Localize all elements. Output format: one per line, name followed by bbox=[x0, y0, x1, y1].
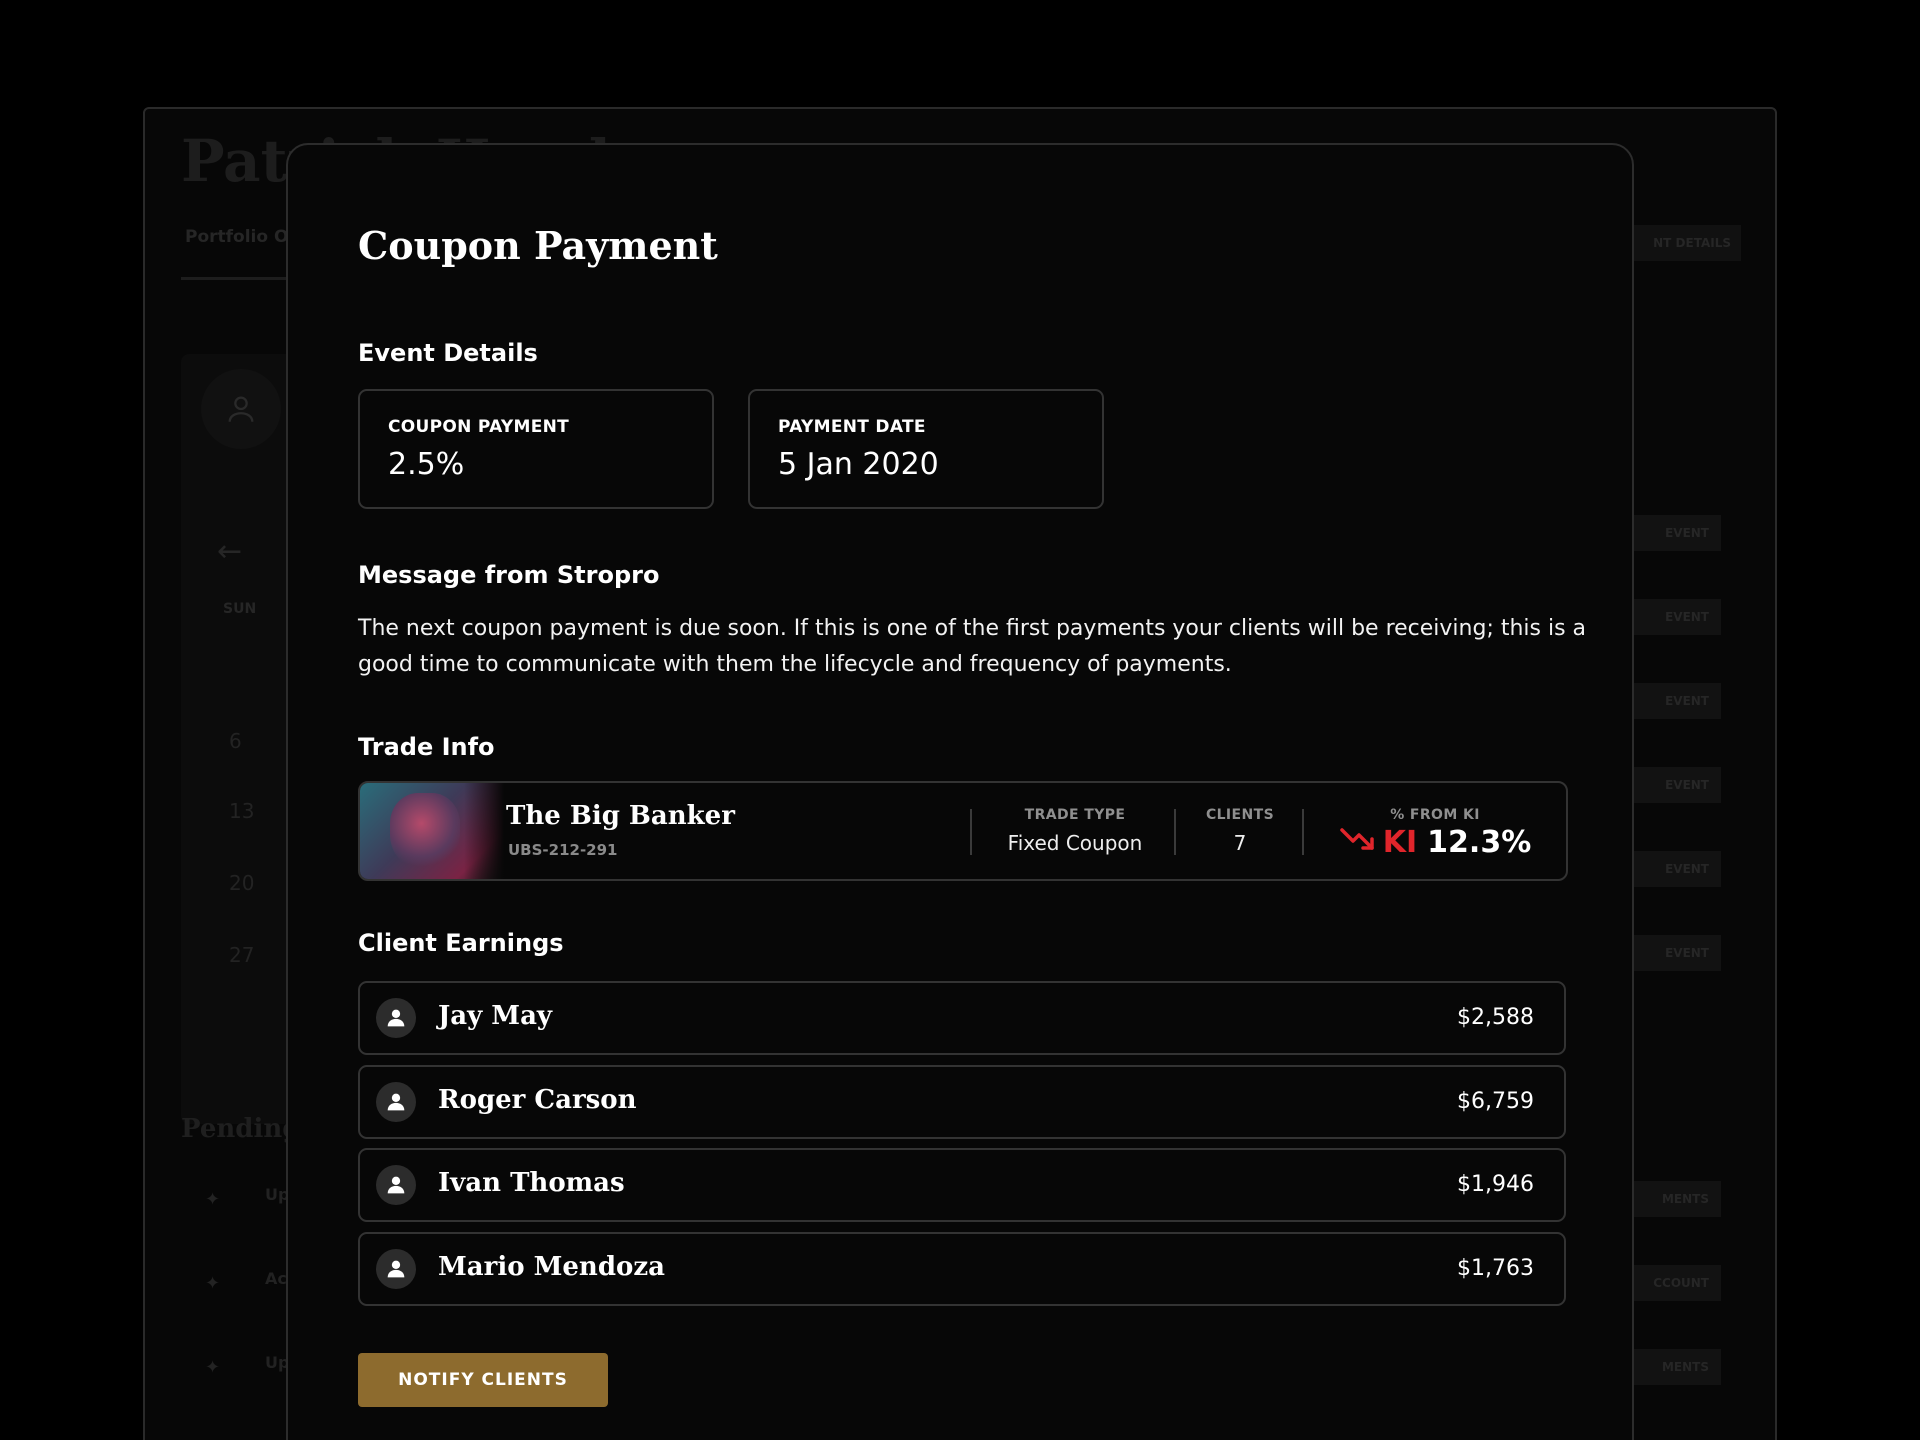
background-pending-action: CCOUNT bbox=[1631, 1265, 1721, 1301]
event-details-heading: Event Details bbox=[358, 339, 538, 367]
modal-title: Coupon Payment bbox=[358, 223, 718, 268]
client-amount: $2,588 bbox=[1457, 1005, 1534, 1030]
background-day-number: 27 bbox=[229, 943, 255, 967]
message-body: The next coupon payment is due soon. If … bbox=[358, 616, 1587, 677]
client-name: Roger Carson bbox=[438, 1085, 637, 1115]
background-event-button: EVENT bbox=[1631, 683, 1721, 719]
clients-value: 7 bbox=[1233, 831, 1247, 855]
client-name: Mario Mendoza bbox=[438, 1252, 665, 1282]
ki-column: % FROM KI KI 12.3% bbox=[1320, 807, 1550, 860]
ki-label: % FROM KI bbox=[1390, 807, 1480, 823]
trade-info-card[interactable]: The Big Banker UBS-212-291 TRADE TYPE Fi… bbox=[358, 781, 1568, 881]
message-heading: Message from Stropro bbox=[358, 561, 660, 589]
background-pending-icon: ✦ bbox=[205, 1189, 221, 1210]
trade-divider bbox=[1174, 809, 1176, 855]
background-tab-underline bbox=[181, 277, 291, 280]
user-icon bbox=[376, 1249, 416, 1289]
trending-down-icon bbox=[1339, 826, 1377, 860]
coupon-payment-box: COUPON PAYMENT 2.5% bbox=[358, 389, 714, 509]
background-event-button: EVENT bbox=[1631, 515, 1721, 551]
payment-date-value: 5 Jan 2020 bbox=[778, 447, 939, 482]
background-event-button: EVENT bbox=[1631, 767, 1721, 803]
trade-divider bbox=[1302, 809, 1304, 855]
trade-type-label: TRADE TYPE bbox=[1024, 807, 1126, 823]
background-pending-action: MENTS bbox=[1631, 1181, 1721, 1217]
client-earning-row[interactable]: Mario Mendoza $1,763 bbox=[358, 1232, 1566, 1306]
clients-label: CLIENTS bbox=[1205, 807, 1275, 823]
user-icon bbox=[376, 998, 416, 1038]
background-pending-action: MENTS bbox=[1631, 1349, 1721, 1385]
background-event-button: EVENT bbox=[1631, 851, 1721, 887]
coupon-payment-label: COUPON PAYMENT bbox=[388, 417, 570, 437]
ki-value: 12.3% bbox=[1427, 825, 1532, 860]
trade-type-value: Fixed Coupon bbox=[1007, 831, 1143, 855]
trade-name: The Big Banker bbox=[506, 801, 735, 831]
client-earning-row[interactable]: Roger Carson $6,759 bbox=[358, 1065, 1566, 1139]
notify-clients-button[interactable]: NOTIFY CLIENTS bbox=[358, 1353, 608, 1407]
background-event-button: EVENT bbox=[1631, 599, 1721, 635]
background-tab-portfolio: Portfolio O bbox=[185, 227, 289, 247]
client-amount: $6,759 bbox=[1457, 1089, 1534, 1114]
ki-tag: KI bbox=[1382, 825, 1418, 860]
client-name: Jay May bbox=[438, 1001, 553, 1031]
background-profile-icon bbox=[201, 369, 281, 449]
trade-divider bbox=[970, 809, 972, 855]
trade-info-heading: Trade Info bbox=[358, 733, 495, 761]
payment-date-box: PAYMENT DATE 5 Jan 2020 bbox=[748, 389, 1104, 509]
coupon-payment-modal: Coupon Payment Event Details COUPON PAYM… bbox=[286, 143, 1634, 1440]
background-pending-icon: ✦ bbox=[205, 1357, 221, 1378]
trade-type-column: TRADE TYPE Fixed Coupon bbox=[1000, 807, 1150, 855]
background-back-arrow-icon: ← bbox=[217, 534, 243, 569]
background-day-number: 20 bbox=[229, 871, 255, 895]
background-event-button: EVENT bbox=[1631, 935, 1721, 971]
background-day-number: 13 bbox=[229, 799, 255, 823]
client-name: Ivan Thomas bbox=[438, 1168, 625, 1198]
client-earning-row[interactable]: Ivan Thomas $1,946 bbox=[358, 1148, 1566, 1222]
trade-thumbnail-image bbox=[360, 783, 504, 879]
clients-column: CLIENTS 7 bbox=[1190, 807, 1290, 855]
client-earnings-heading: Client Earnings bbox=[358, 929, 564, 957]
user-icon bbox=[376, 1082, 416, 1122]
background-pending-text: Ac bbox=[265, 1269, 287, 1288]
payment-date-label: PAYMENT DATE bbox=[778, 417, 926, 437]
client-amount: $1,763 bbox=[1457, 1256, 1534, 1281]
background-pending-title: Pending bbox=[181, 1114, 301, 1144]
coupon-payment-value: 2.5% bbox=[388, 447, 465, 482]
user-icon bbox=[376, 1165, 416, 1205]
client-earning-row[interactable]: Jay May $2,588 bbox=[358, 981, 1566, 1055]
client-amount: $1,946 bbox=[1457, 1172, 1534, 1197]
background-pending-icon: ✦ bbox=[205, 1273, 221, 1294]
background-weekday: SUN bbox=[223, 601, 257, 617]
background-day-number: 6 bbox=[229, 729, 242, 753]
trade-code: UBS-212-291 bbox=[508, 841, 618, 859]
